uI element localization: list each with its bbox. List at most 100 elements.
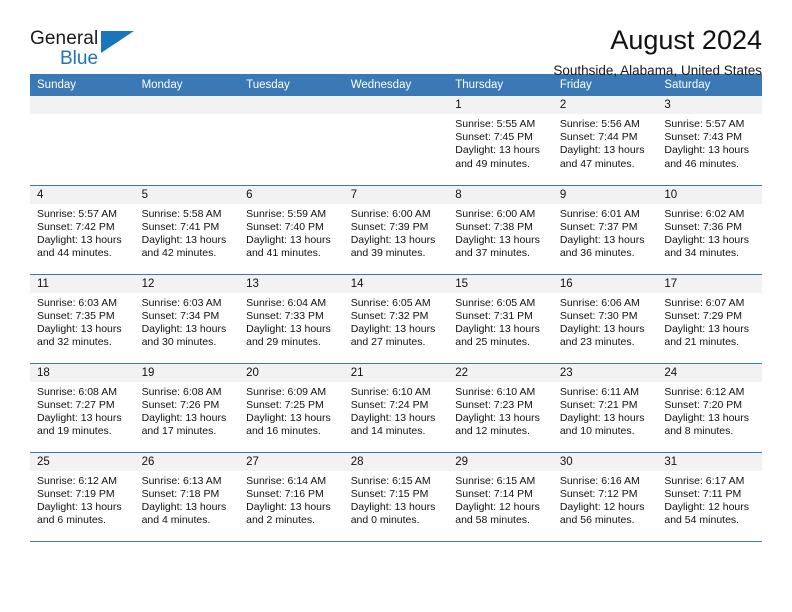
calendar-table: Sunday Monday Tuesday Wednesday Thursday… [30,74,762,542]
calendar-page: General Blue August 2024 Southside, Alab… [0,0,792,612]
day-cell[interactable]: 3 Sunrise: 5:57 AM Sunset: 7:43 PM Daylight… [657,96,762,185]
sunrise-line: Sunrise: 6:09 AM [246,385,327,398]
day-cell[interactable]: 26 Sunrise: 6:13 AM Sunset: 7:18 PM Dayligh… [134,451,240,542]
day-cell[interactable]: 19 Sunrise: 6:08 AM Sunset: 7:26 PM Dayligh… [134,362,240,452]
day-number: 18 [30,363,135,382]
day-cell[interactable]: 18 Sunrise: 6:08 AM Sunset: 7:27 PM Dayligh… [30,362,135,452]
daylight-line-1: Daylight: 13 hours [37,233,122,246]
day-cell[interactable]: 16 Sunrise: 6:06 AM Sunset: 7:30 PM Dayligh… [552,273,658,363]
daylight-line-2: and 41 minutes. [246,247,321,260]
day-cell[interactable]: 10 Sunrise: 6:02 AM Sunset: 7:36 PM Dayligh… [657,184,762,274]
day-number: 15 [448,274,553,293]
sunset-line: Sunset: 7:41 PM [141,220,220,233]
daylight-line-2: and 42 minutes. [141,247,217,260]
daylight-line-2: and 14 minutes. [350,425,426,438]
sunset-line: Sunset: 7:12 PM [559,487,638,500]
daylight-line-1: Daylight: 12 hours [455,500,540,513]
day-details: Sunrise: 6:15 AM Sunset: 7:14 PM Daylight:… [448,471,553,528]
day-number: 7 [343,185,449,204]
sunrise-line: Sunrise: 6:05 AM [455,296,536,309]
day-number: 2 [552,96,658,114]
daylight-line-1: Daylight: 13 hours [559,144,645,157]
day-cell[interactable]: 13 Sunrise: 6:04 AM Sunset: 7:33 PM Dayligh… [239,273,344,363]
daylight-line-1: Daylight: 13 hours [141,411,227,424]
day-details: Sunrise: 6:15 AM Sunset: 7:15 PM Daylight:… [344,471,449,528]
day-number: 20 [239,363,344,382]
sunset-line: Sunset: 7:34 PM [141,309,220,322]
day-cell[interactable] [343,96,449,185]
daylight-line-1: Daylight: 13 hours [37,500,122,513]
sunset-line: Sunset: 7:31 PM [455,309,533,322]
calendar-week-row: 18 Sunrise: 6:08 AM Sunset: 7:27 PM Dayligh… [30,362,762,452]
day-cell[interactable]: 11 Sunrise: 6:03 AM Sunset: 7:35 PM Dayligh… [30,273,135,363]
page-subtitle: Southside, Alabama, United States [553,63,762,79]
day-cell[interactable]: 20 Sunrise: 6:09 AM Sunset: 7:25 PM Dayligh… [239,362,344,452]
triangle-logo-icon [101,31,134,53]
day-cell[interactable]: 12 Sunrise: 6:03 AM Sunset: 7:34 PM Dayligh… [134,273,240,363]
day-cell[interactable]: 27 Sunrise: 6:14 AM Sunset: 7:16 PM Dayligh… [239,451,344,542]
day-cell[interactable] [239,96,344,185]
day-cell[interactable] [30,96,135,185]
weekday-header-thursday: Thursday [448,74,553,96]
day-details: Sunrise: 6:00 AM Sunset: 7:38 PM Daylight:… [448,204,553,261]
daylight-line-2: and 54 minutes. [664,514,740,527]
day-details: Sunrise: 6:12 AM Sunset: 7:20 PM Daylight:… [657,382,762,439]
daylight-line-1: Daylight: 13 hours [455,322,540,335]
day-cell[interactable]: 17 Sunrise: 6:07 AM Sunset: 7:29 PM Dayligh… [657,273,762,363]
daylight-line-1: Daylight: 12 hours [559,500,645,513]
day-number: 12 [134,274,240,293]
sunrise-line: Sunrise: 6:07 AM [664,296,745,309]
day-number [343,96,449,114]
daylight-line-1: Daylight: 13 hours [141,322,227,335]
day-cell[interactable]: 14 Sunrise: 6:05 AM Sunset: 7:32 PM Dayligh… [343,273,449,363]
calendar-week-row: 1 Sunrise: 5:55 AM Sunset: 7:45 PM Daylight… [30,96,762,185]
day-cell[interactable]: 7 Sunrise: 6:00 AM Sunset: 7:39 PM Daylight… [343,184,449,274]
day-cell[interactable]: 23 Sunrise: 6:11 AM Sunset: 7:21 PM Dayligh… [552,362,658,452]
brand-logo[interactable]: General Blue [30,26,150,78]
day-cell[interactable]: 31 Sunrise: 6:17 AM Sunset: 7:11 PM Dayligh… [657,451,762,542]
sunrise-line: Sunrise: 6:04 AM [246,296,327,309]
day-cell[interactable]: 8 Sunrise: 6:00 AM Sunset: 7:38 PM Daylight… [448,184,553,274]
sunrise-line: Sunrise: 6:15 AM [455,474,536,487]
day-details: Sunrise: 6:03 AM Sunset: 7:35 PM Daylight:… [30,293,135,350]
daylight-line-2: and 16 minutes. [246,425,321,438]
day-cell[interactable]: 4 Sunrise: 5:57 AM Sunset: 7:42 PM Daylight… [30,184,135,274]
daylight-line-2: and 27 minutes. [350,336,426,349]
day-cell[interactable] [134,96,240,185]
sunset-line: Sunset: 7:11 PM [664,487,742,500]
day-cell[interactable]: 6 Sunrise: 5:59 AM Sunset: 7:40 PM Daylight… [239,184,344,274]
daylight-line-1: Daylight: 13 hours [141,500,227,513]
day-number: 29 [448,452,553,471]
day-cell[interactable]: 9 Sunrise: 6:01 AM Sunset: 7:37 PM Daylight… [552,184,658,274]
day-cell[interactable]: 30 Sunrise: 6:16 AM Sunset: 7:12 PM Dayligh… [552,451,658,542]
sunrise-line: Sunrise: 6:05 AM [350,296,431,309]
daylight-line-1: Daylight: 13 hours [455,411,540,424]
day-cell[interactable]: 15 Sunrise: 6:05 AM Sunset: 7:31 PM Dayligh… [448,273,553,363]
sunset-line: Sunset: 7:26 PM [141,398,220,411]
calendar-body: 1 Sunrise: 5:55 AM Sunset: 7:45 PM Daylight… [30,96,762,542]
day-cell[interactable]: 21 Sunrise: 6:10 AM Sunset: 7:24 PM Dayligh… [343,362,449,452]
day-cell[interactable]: 25 Sunrise: 6:12 AM Sunset: 7:19 PM Dayligh… [30,451,135,542]
day-cell[interactable]: 29 Sunrise: 6:15 AM Sunset: 7:14 PM Dayligh… [448,451,553,542]
day-cell[interactable]: 24 Sunrise: 6:12 AM Sunset: 7:20 PM Dayligh… [657,362,762,452]
daylight-line-2: and 39 minutes. [350,247,426,260]
daylight-line-1: Daylight: 13 hours [455,144,540,157]
daylight-line-1: Daylight: 13 hours [559,411,645,424]
day-cell[interactable]: 5 Sunrise: 5:58 AM Sunset: 7:41 PM Daylight… [134,184,240,274]
day-cell[interactable]: 1 Sunrise: 5:55 AM Sunset: 7:45 PM Daylight… [448,96,553,185]
day-number: 25 [30,452,135,471]
weekday-header-wednesday: Wednesday [343,74,449,96]
sunset-line: Sunset: 7:24 PM [350,398,429,411]
daylight-line-1: Daylight: 13 hours [559,322,645,335]
day-number [30,96,135,114]
day-number: 27 [239,452,344,471]
day-details: Sunrise: 6:09 AM Sunset: 7:25 PM Daylight:… [239,382,344,439]
sunset-line: Sunset: 7:33 PM [246,309,324,322]
sunset-line: Sunset: 7:29 PM [664,309,743,322]
sunrise-line: Sunrise: 6:15 AM [350,474,431,487]
day-cell[interactable]: 28 Sunrise: 6:15 AM Sunset: 7:15 PM Dayligh… [343,451,449,542]
day-cell[interactable]: 2 Sunrise: 5:56 AM Sunset: 7:44 PM Daylight… [552,96,658,185]
day-cell[interactable]: 22 Sunrise: 6:10 AM Sunset: 7:23 PM Dayligh… [448,362,553,452]
day-number: 3 [657,96,762,114]
day-details: Sunrise: 6:02 AM Sunset: 7:36 PM Daylight:… [657,204,762,261]
